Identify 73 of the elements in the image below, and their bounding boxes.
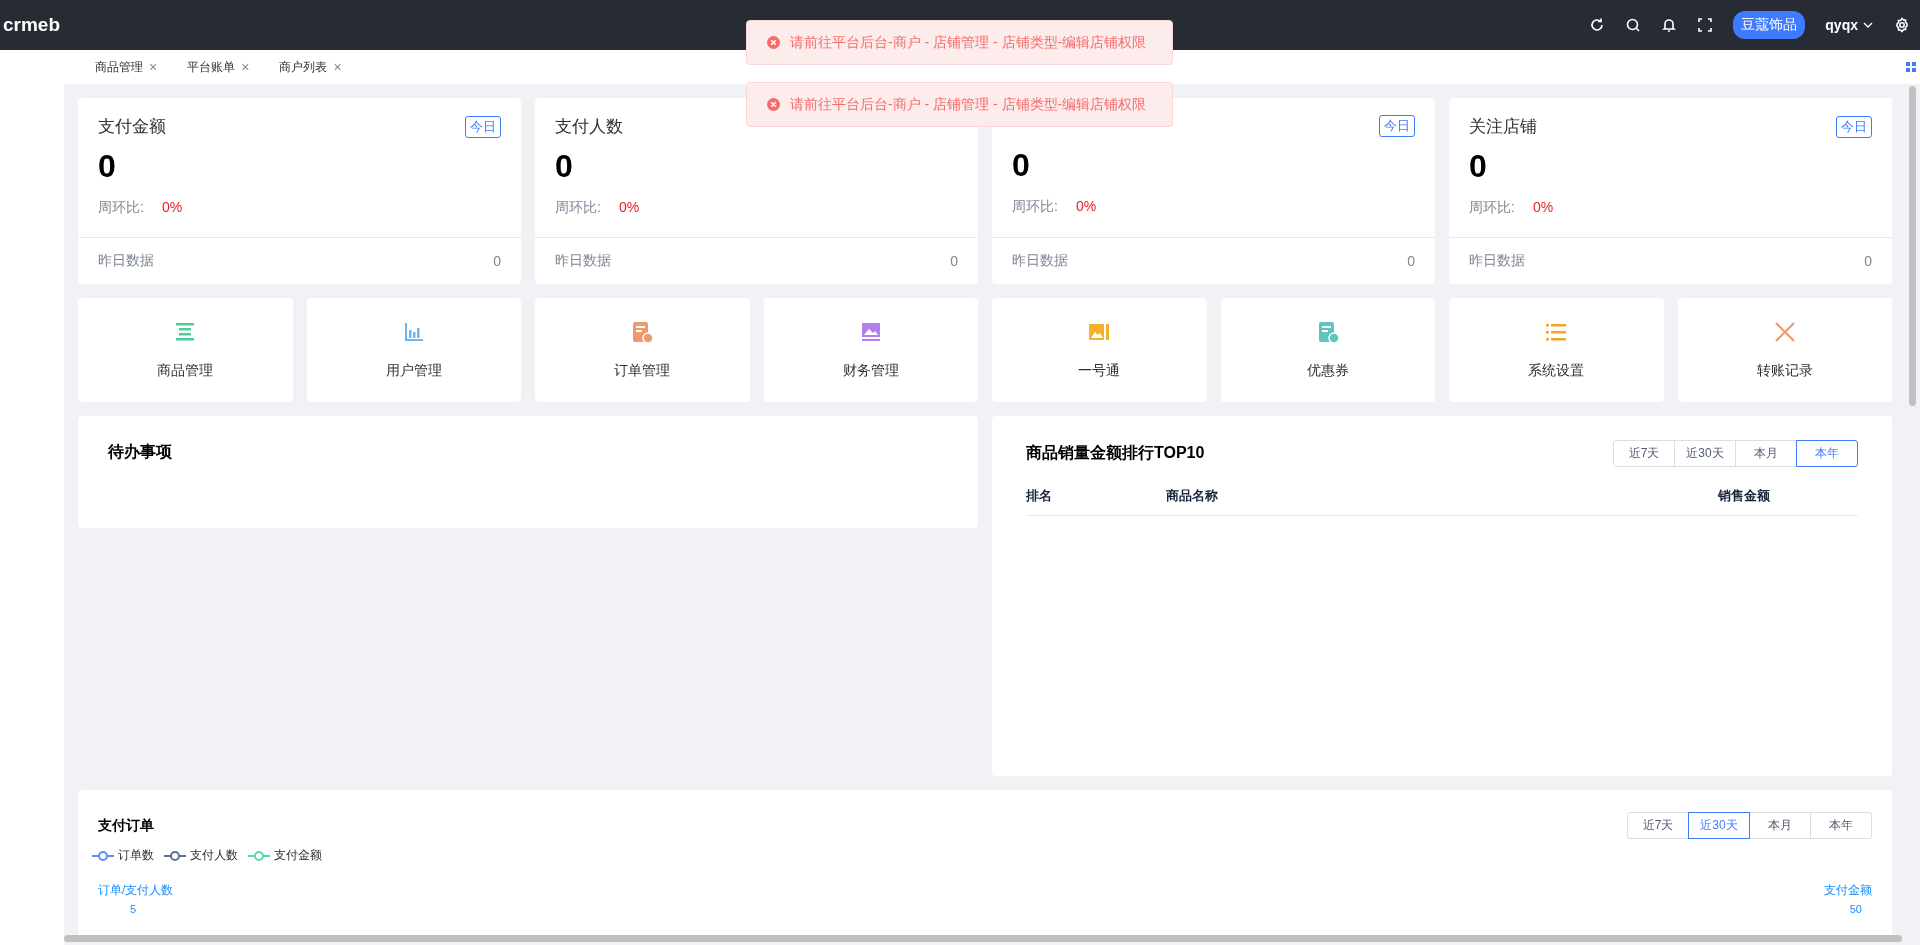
- column-header: 销售金额: [1718, 487, 1771, 505]
- ratio-value: 0%: [161, 199, 183, 217]
- yesterday-label: 昨日数据: [555, 252, 611, 270]
- period-tab[interactable]: 本月: [1735, 440, 1797, 467]
- refresh-icon[interactable]: [1589, 17, 1606, 33]
- stat-value: 0: [1012, 147, 1031, 184]
- shortcut-tile[interactable]: 一号通: [992, 298, 1207, 402]
- period-tab[interactable]: 近7天: [1613, 440, 1675, 467]
- yesterday-value: 0: [1407, 253, 1415, 269]
- error-icon: [767, 98, 780, 111]
- shortcut-tile[interactable]: 商品管理: [78, 298, 293, 402]
- column-header: 商品名称: [1166, 487, 1219, 505]
- scrollbar[interactable]: [1909, 86, 1916, 406]
- page-tab[interactable]: 平台账单 ×: [187, 58, 280, 76]
- today-badge: 今日: [465, 115, 501, 138]
- toast-message: 请前往平台后台-商户 - 店铺管理 - 店铺类型-编辑店铺权限: [790, 95, 1147, 114]
- yesterday-label: 昨日数据: [1469, 252, 1525, 270]
- stat-value: 0: [555, 148, 574, 185]
- yesterday-label: 昨日数据: [98, 252, 154, 270]
- search-icon[interactable]: [1625, 17, 1642, 33]
- yesterday-value: 0: [493, 253, 501, 269]
- shortcut-tile[interactable]: 系统设置: [1449, 298, 1664, 402]
- axis-tick: 5: [130, 903, 137, 915]
- yesterday-label: 昨日数据: [1012, 252, 1068, 270]
- axis-title: 支付金额: [1824, 882, 1872, 899]
- period-tab[interactable]: 近30天: [1688, 812, 1750, 839]
- ratio-label: 周环比:: [1469, 199, 1515, 217]
- axis-tick: 50: [1849, 903, 1862, 915]
- ratio-value: 0%: [1532, 199, 1554, 217]
- shortcut-tile[interactable]: 用户管理: [306, 298, 521, 402]
- stat-title: 关注店铺: [1469, 116, 1537, 138]
- period-tab[interactable]: 近7天: [1627, 812, 1689, 839]
- legend-label[interactable]: 订单数: [118, 847, 154, 864]
- shortcut-tile[interactable]: 转账记录: [1677, 298, 1892, 402]
- yesterday-value: 0: [950, 253, 958, 269]
- period-tab[interactable]: 本年: [1796, 440, 1858, 467]
- today-badge: 今日: [1836, 115, 1872, 138]
- legend-label[interactable]: 支付金额: [274, 847, 322, 864]
- card-title: 待办事项: [108, 443, 172, 460]
- today-badge: 今日: [1379, 115, 1415, 137]
- ratio-label: 周环比:: [98, 199, 144, 217]
- grid-icon[interactable]: [1906, 62, 1916, 72]
- shortcut-tile[interactable]: 财务管理: [763, 298, 978, 402]
- axis-title: 订单/支付人数: [98, 882, 174, 899]
- user-menu[interactable]: qyqx: [1825, 17, 1874, 33]
- logo: crmeb: [3, 14, 61, 36]
- period-tab[interactable]: 近30天: [1674, 440, 1736, 467]
- stat-title: 支付金额: [98, 116, 166, 138]
- period-tab[interactable]: 本年: [1810, 812, 1872, 839]
- yesterday-value: 0: [1864, 253, 1872, 269]
- ratio-label: 周环比:: [555, 199, 601, 217]
- scrollbar[interactable]: [64, 935, 1902, 942]
- stat-title: 支付人数: [555, 116, 623, 138]
- card-title: 商品销量金额排行TOP10: [1026, 443, 1205, 463]
- bell-icon[interactable]: [1661, 17, 1678, 33]
- store-button[interactable]: 豆蔻饰品: [1733, 11, 1806, 39]
- shortcut-tile[interactable]: 订单管理: [535, 298, 750, 402]
- page-tab[interactable]: 商品管理 ×: [95, 58, 188, 76]
- toast-message: 请前往平台后台-商户 - 店铺管理 - 店铺类型-编辑店铺权限: [790, 33, 1147, 52]
- column-header: 排名: [1026, 487, 1053, 505]
- page-tab[interactable]: 商户列表 ×: [279, 58, 372, 76]
- ratio-label: 周环比:: [1012, 198, 1058, 216]
- fullscreen-icon[interactable]: [1697, 17, 1714, 33]
- period-tab[interactable]: 本月: [1749, 812, 1811, 839]
- settings-icon[interactable]: [1894, 17, 1910, 33]
- legend-label[interactable]: 支付人数: [190, 847, 238, 864]
- error-icon: [767, 36, 780, 49]
- stat-value: 0: [1469, 148, 1488, 185]
- shortcut-tile[interactable]: 优惠券: [1220, 298, 1435, 402]
- card-title: 支付订单: [98, 816, 154, 835]
- ratio-value: 0%: [1075, 198, 1097, 216]
- ratio-value: 0%: [618, 199, 640, 217]
- stat-value: 0: [98, 148, 117, 185]
